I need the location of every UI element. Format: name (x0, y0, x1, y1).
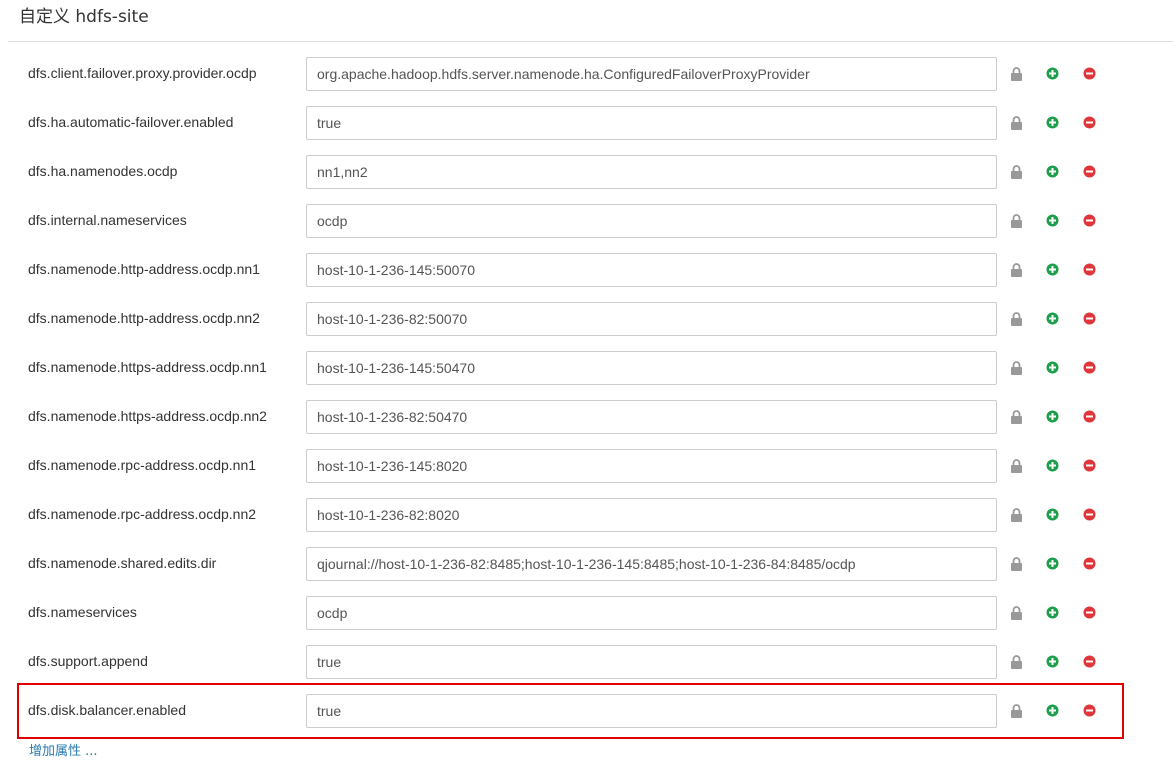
property-name: dfs.ha.namenodes.ocdp (28, 163, 178, 179)
plus-circle-icon[interactable] (1046, 459, 1059, 472)
property-name: dfs.disk.balancer.enabled (28, 702, 186, 718)
lock-icon[interactable] (1010, 116, 1023, 130)
property-value-input[interactable] (306, 302, 997, 336)
minus-circle-icon[interactable] (1083, 312, 1096, 325)
property-name: dfs.namenode.https-address.ocdp.nn1 (28, 359, 267, 375)
title-divider (8, 41, 1173, 42)
property-list: dfs.client.failover.proxy.provider.ocdp d… (0, 57, 1173, 743)
property-row: dfs.ha.namenodes.ocdp (0, 155, 1173, 204)
property-value-input[interactable] (306, 155, 997, 189)
property-row: dfs.namenode.https-address.ocdp.nn1 (0, 351, 1173, 400)
minus-circle-icon[interactable] (1083, 459, 1096, 472)
property-value-input[interactable] (306, 498, 997, 532)
minus-circle-icon[interactable] (1083, 606, 1096, 619)
panel-title: 自定义 hdfs-site (19, 7, 149, 27)
lock-icon[interactable] (1010, 214, 1023, 228)
add-property-link[interactable]: 增加属性 ... (29, 743, 98, 761)
property-name: dfs.client.failover.proxy.provider.ocdp (28, 65, 257, 81)
property-row: dfs.client.failover.proxy.provider.ocdp (0, 57, 1173, 106)
property-row: dfs.disk.balancer.enabled (0, 694, 1173, 743)
minus-circle-icon[interactable] (1083, 214, 1096, 227)
plus-circle-icon[interactable] (1046, 704, 1059, 717)
plus-circle-icon[interactable] (1046, 214, 1059, 227)
property-row: dfs.nameservices (0, 596, 1173, 645)
plus-circle-icon[interactable] (1046, 67, 1059, 80)
property-value-input[interactable] (306, 449, 997, 483)
property-row: dfs.namenode.rpc-address.ocdp.nn1 (0, 449, 1173, 498)
property-row: dfs.internal.nameservices (0, 204, 1173, 253)
property-row: dfs.namenode.http-address.ocdp.nn1 (0, 253, 1173, 302)
property-value-input[interactable] (306, 204, 997, 238)
lock-icon[interactable] (1010, 410, 1023, 424)
lock-icon[interactable] (1010, 361, 1023, 375)
minus-circle-icon[interactable] (1083, 361, 1096, 374)
minus-circle-icon[interactable] (1083, 263, 1096, 276)
property-row: dfs.ha.automatic-failover.enabled (0, 106, 1173, 155)
property-name: dfs.support.append (28, 653, 148, 669)
property-value-input[interactable] (306, 694, 997, 728)
lock-icon[interactable] (1010, 312, 1023, 326)
property-value-input[interactable] (306, 547, 997, 581)
lock-icon[interactable] (1010, 704, 1023, 718)
property-value-input[interactable] (306, 351, 997, 385)
plus-circle-icon[interactable] (1046, 508, 1059, 521)
property-name: dfs.namenode.rpc-address.ocdp.nn1 (28, 457, 257, 473)
plus-circle-icon[interactable] (1046, 116, 1059, 129)
property-row: dfs.namenode.shared.edits.dir (0, 547, 1173, 596)
plus-circle-icon[interactable] (1046, 557, 1059, 570)
property-name: dfs.nameservices (28, 604, 137, 620)
property-value-input[interactable] (306, 253, 997, 287)
minus-circle-icon[interactable] (1083, 557, 1096, 570)
minus-circle-icon[interactable] (1083, 67, 1096, 80)
minus-circle-icon[interactable] (1083, 410, 1096, 423)
plus-circle-icon[interactable] (1046, 165, 1059, 178)
plus-circle-icon[interactable] (1046, 361, 1059, 374)
property-row: dfs.namenode.http-address.ocdp.nn2 (0, 302, 1173, 351)
property-name: dfs.namenode.https-address.ocdp.nn2 (28, 408, 267, 424)
minus-circle-icon[interactable] (1083, 165, 1096, 178)
property-name: dfs.namenode.http-address.ocdp.nn2 (28, 310, 260, 326)
property-name: dfs.namenode.shared.edits.dir (28, 555, 217, 571)
plus-circle-icon[interactable] (1046, 263, 1059, 276)
minus-circle-icon[interactable] (1083, 655, 1096, 668)
property-row: dfs.namenode.rpc-address.ocdp.nn2 (0, 498, 1173, 547)
property-name: dfs.internal.nameservices (28, 212, 187, 228)
lock-icon[interactable] (1010, 67, 1023, 81)
plus-circle-icon[interactable] (1046, 606, 1059, 619)
property-value-input[interactable] (306, 106, 997, 140)
minus-circle-icon[interactable] (1083, 508, 1096, 521)
property-name: dfs.namenode.http-address.ocdp.nn1 (28, 261, 260, 277)
plus-circle-icon[interactable] (1046, 312, 1059, 325)
plus-circle-icon[interactable] (1046, 410, 1059, 423)
property-value-input[interactable] (306, 596, 997, 630)
property-row: dfs.namenode.https-address.ocdp.nn2 (0, 400, 1173, 449)
property-value-input[interactable] (306, 645, 997, 679)
property-name: dfs.ha.automatic-failover.enabled (28, 114, 234, 130)
property-name: dfs.namenode.rpc-address.ocdp.nn2 (28, 506, 257, 522)
lock-icon[interactable] (1010, 508, 1023, 522)
property-row: dfs.support.append (0, 645, 1173, 694)
lock-icon[interactable] (1010, 606, 1023, 620)
minus-circle-icon[interactable] (1083, 116, 1096, 129)
lock-icon[interactable] (1010, 459, 1023, 473)
lock-icon[interactable] (1010, 557, 1023, 571)
property-value-input[interactable] (306, 57, 997, 91)
lock-icon[interactable] (1010, 655, 1023, 669)
property-value-input[interactable] (306, 400, 997, 434)
minus-circle-icon[interactable] (1083, 704, 1096, 717)
lock-icon[interactable] (1010, 263, 1023, 277)
plus-circle-icon[interactable] (1046, 655, 1059, 668)
lock-icon[interactable] (1010, 165, 1023, 179)
